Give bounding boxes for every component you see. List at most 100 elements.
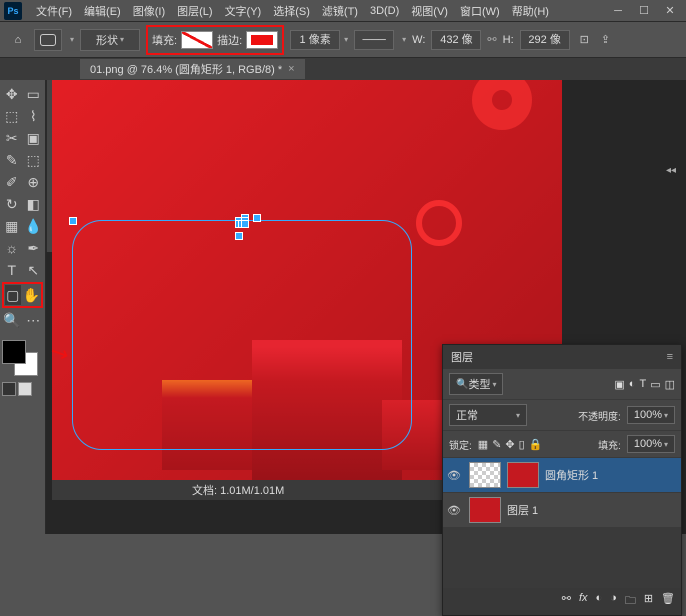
menu-help[interactable]: 帮助(H) bbox=[506, 3, 555, 19]
screen-mode[interactable] bbox=[18, 382, 32, 396]
menu-image[interactable]: 图像(I) bbox=[127, 3, 171, 19]
stroke-style-dropdown[interactable]: ─── bbox=[354, 30, 394, 50]
home-icon[interactable]: ⌂ bbox=[8, 30, 28, 50]
fill-opacity-input[interactable]: 100%▾ bbox=[627, 435, 675, 453]
zoom-tool[interactable]: 🔍 bbox=[2, 310, 22, 330]
color-swatches[interactable] bbox=[2, 340, 38, 376]
pen-tool[interactable]: ✒ bbox=[24, 238, 44, 258]
rounded-rect-tool[interactable]: ▢ bbox=[5, 285, 21, 305]
link-icon[interactable]: ⚯ bbox=[487, 33, 496, 46]
link-layers-icon[interactable]: ⚯ bbox=[562, 592, 571, 611]
close-tab-icon[interactable]: × bbox=[288, 63, 294, 75]
handle[interactable] bbox=[241, 220, 249, 228]
menu-3d[interactable]: 3D(D) bbox=[364, 5, 405, 17]
menu-window[interactable]: 窗口(W) bbox=[454, 3, 506, 19]
layer-item[interactable]: 👁 圆角矩形 1 bbox=[443, 458, 681, 493]
chevron-down-icon[interactable]: ▾ bbox=[402, 35, 406, 44]
filter-image-icon[interactable]: ▣ bbox=[614, 378, 624, 391]
type-tool[interactable]: T bbox=[2, 260, 22, 280]
layer-thumb[interactable] bbox=[469, 462, 501, 488]
menu-view[interactable]: 视图(V) bbox=[405, 3, 454, 19]
layer-item[interactable]: 👁 图层 1 bbox=[443, 493, 681, 528]
fg-color[interactable] bbox=[2, 340, 26, 364]
share-icon[interactable]: ⇪ bbox=[601, 33, 610, 46]
opacity-label: 不透明度: bbox=[578, 408, 621, 423]
filter-type-icon[interactable]: T bbox=[639, 378, 646, 391]
layer-name[interactable]: 图层 1 bbox=[507, 502, 538, 518]
frame-tool[interactable]: ▣ bbox=[24, 128, 44, 148]
delete-layer-icon[interactable]: 🗑 bbox=[661, 592, 675, 611]
shape-preview[interactable] bbox=[34, 29, 62, 51]
group-icon[interactable]: 🗀 bbox=[625, 592, 636, 611]
blur-tool[interactable]: 💧 bbox=[24, 216, 44, 236]
adjustment-icon[interactable]: ◑ bbox=[610, 592, 617, 611]
chevron-down-icon[interactable]: ▾ bbox=[344, 35, 348, 44]
gradient-tool[interactable]: ▦ bbox=[2, 216, 22, 236]
artboard-tool[interactable]: ▭ bbox=[24, 84, 44, 104]
dodge-tool[interactable]: ☼ bbox=[2, 238, 22, 258]
layer-thumb[interactable] bbox=[469, 497, 501, 523]
lock-position-icon[interactable]: ✎ bbox=[492, 438, 501, 451]
lock-pixels-icon[interactable]: ▦ bbox=[478, 438, 488, 451]
shape-mode-dropdown[interactable]: 形状▾ bbox=[80, 29, 140, 51]
hand-tool[interactable]: ✋ bbox=[23, 285, 40, 305]
lasso-tool[interactable]: ⌇ bbox=[24, 106, 44, 126]
layer-filter-dropdown[interactable]: 🔍 类型 ▾ bbox=[449, 373, 503, 395]
chevron-down-icon[interactable]: ▾ bbox=[70, 35, 74, 44]
menu-type[interactable]: 文字(Y) bbox=[219, 3, 268, 19]
shape-selection[interactable] bbox=[72, 220, 412, 450]
handle[interactable] bbox=[238, 217, 246, 225]
panel-menu-icon[interactable]: ≡ bbox=[667, 351, 673, 363]
minimize-button[interactable]: ─ bbox=[606, 3, 630, 19]
crop-tool[interactable]: ✂ bbox=[2, 128, 22, 148]
new-layer-icon[interactable]: ⊞ bbox=[644, 592, 653, 611]
patch-tool[interactable]: ⬚ bbox=[24, 150, 44, 170]
opacity-input[interactable]: 100%▾ bbox=[627, 406, 675, 424]
filter-smart-icon[interactable]: ◫ bbox=[665, 378, 675, 391]
align-icon[interactable]: ⊡ bbox=[580, 33, 589, 46]
visibility-icon[interactable]: 👁 bbox=[447, 469, 463, 482]
fill-swatch[interactable] bbox=[181, 31, 213, 49]
layer-name[interactable]: 圆角矩形 1 bbox=[545, 467, 598, 483]
mask-thumb[interactable] bbox=[507, 462, 539, 488]
decoration-ring bbox=[472, 80, 532, 130]
corner-handle[interactable] bbox=[235, 232, 243, 240]
lock-all-icon[interactable]: 🔒 bbox=[529, 438, 543, 451]
move-tool[interactable]: ✥ bbox=[2, 84, 22, 104]
maximize-button[interactable]: ☐ bbox=[632, 3, 656, 19]
layers-panel-header[interactable]: 图层 ≡ bbox=[443, 345, 681, 369]
menu-edit[interactable]: 编辑(E) bbox=[78, 3, 127, 19]
blend-mode-dropdown[interactable]: 正常▾ bbox=[449, 404, 527, 426]
eraser-tool[interactable]: ◧ bbox=[24, 194, 44, 214]
corner-handle[interactable] bbox=[253, 214, 261, 222]
close-button[interactable]: ✕ bbox=[658, 3, 682, 19]
height-input[interactable]: 292 像 bbox=[520, 30, 570, 50]
history-brush-tool[interactable]: ↻ bbox=[2, 194, 22, 214]
shape-tool-highlight: ▢✋ bbox=[2, 282, 43, 308]
menu-select[interactable]: 选择(S) bbox=[267, 3, 316, 19]
quick-mask[interactable] bbox=[2, 382, 16, 396]
path-tool[interactable]: ↖ bbox=[24, 260, 44, 280]
width-input[interactable]: 432 像 bbox=[431, 30, 481, 50]
eyedropper-tool[interactable]: ✎ bbox=[2, 150, 22, 170]
brush-tool[interactable]: ✐ bbox=[2, 172, 22, 192]
menu-layer[interactable]: 图层(L) bbox=[171, 3, 218, 19]
width-label: W: bbox=[412, 34, 425, 46]
filter-adjust-icon[interactable]: ◐ bbox=[629, 378, 636, 391]
lock-artboard-icon[interactable]: ✥ bbox=[505, 438, 514, 451]
lock-nesting-icon[interactable]: ▯ bbox=[519, 438, 525, 451]
expand-panels-icon[interactable]: ◂◂ bbox=[666, 165, 676, 176]
menu-filter[interactable]: 滤镜(T) bbox=[316, 3, 364, 19]
filter-shape-icon[interactable]: ▭ bbox=[650, 378, 660, 391]
fx-icon[interactable]: fx bbox=[579, 592, 588, 611]
document-tab[interactable]: 01.png @ 76.4% (圆角矩形 1, RGB/8) * × bbox=[80, 59, 305, 79]
clone-tool[interactable]: ⊕ bbox=[24, 172, 44, 192]
menu-file[interactable]: 文件(F) bbox=[30, 3, 78, 19]
visibility-icon[interactable]: 👁 bbox=[447, 504, 463, 517]
marquee-tool[interactable]: ⬚ bbox=[2, 106, 22, 126]
mask-icon[interactable]: ◐ bbox=[596, 592, 603, 611]
handle[interactable] bbox=[69, 217, 77, 225]
stroke-swatch[interactable] bbox=[246, 31, 278, 49]
stroke-width-input[interactable]: 1 像素 bbox=[290, 30, 340, 50]
more-tools[interactable]: ⋯ bbox=[24, 310, 44, 330]
